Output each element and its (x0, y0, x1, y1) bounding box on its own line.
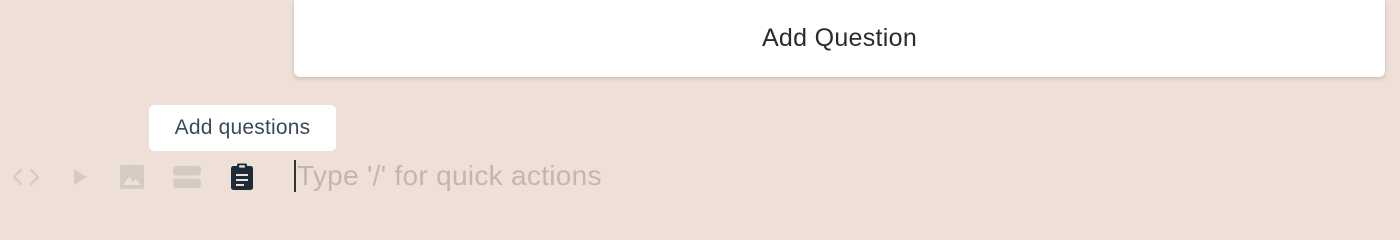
insert-toolbar (0, 155, 290, 199)
tooltip: Add questions (149, 105, 336, 151)
editor-line (294, 158, 894, 194)
play-icon[interactable] (68, 155, 92, 199)
add-question-button[interactable]: Add Question (294, 0, 1385, 77)
text-caret (294, 160, 296, 192)
editor-canvas: Add Question Add questions (0, 0, 1400, 207)
layout-icon[interactable] (171, 155, 203, 199)
clipboard-icon[interactable] (228, 155, 256, 199)
tooltip-text: Add questions (174, 116, 311, 139)
quick-actions-input[interactable] (297, 160, 857, 192)
image-icon[interactable] (117, 155, 147, 199)
code-icon[interactable] (10, 155, 42, 199)
add-question-label: Add Question (761, 24, 918, 52)
